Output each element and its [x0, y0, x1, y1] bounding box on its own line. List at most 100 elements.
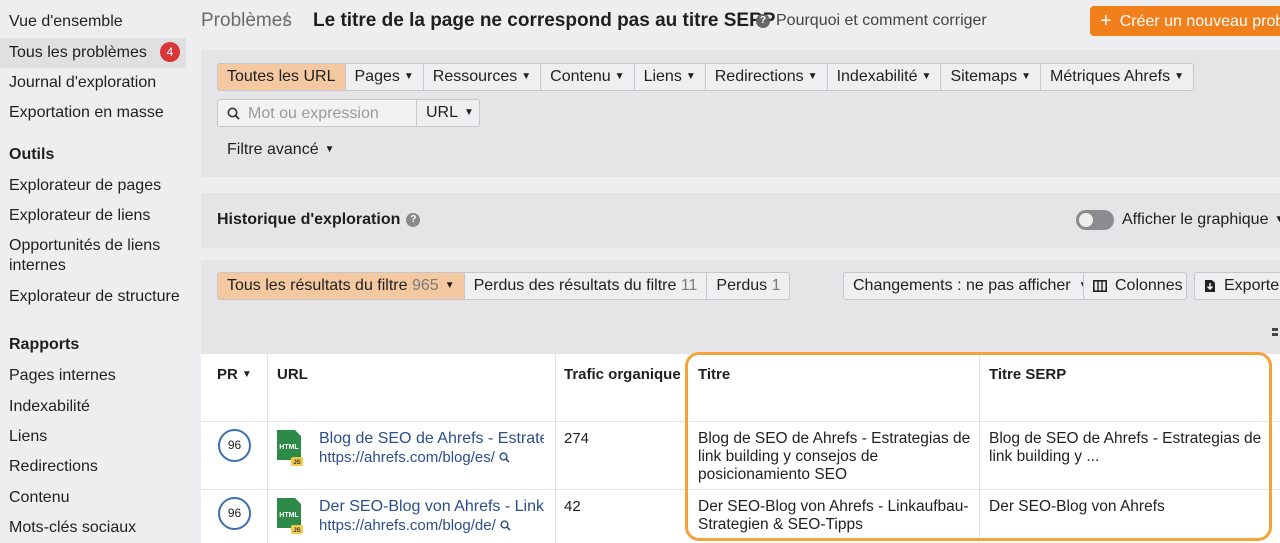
- search-input[interactable]: Mot ou expression: [217, 99, 417, 127]
- row-page-title-link[interactable]: Blog de SEO de Ahrefs - Estrate...: [319, 430, 544, 448]
- file-type-label: HTML: [279, 512, 299, 519]
- page-title: Le titre de la page ne correspond pas au…: [313, 10, 776, 31]
- search-icon[interactable]: [500, 520, 511, 531]
- column-header-pr[interactable]: PR ▼: [217, 366, 252, 383]
- caret-down-icon: ▼: [464, 107, 474, 118]
- col-divider: [555, 354, 556, 543]
- columns-button[interactable]: Colonnes: [1083, 272, 1187, 300]
- row-divider: [201, 421, 1280, 422]
- html-file-icon: HTML JS: [277, 498, 303, 534]
- filter-tab-redirects[interactable]: Redirections ▼: [705, 63, 828, 91]
- filter-tab-label: Métriques Ahrefs: [1050, 68, 1171, 85]
- caret-down-icon: ▼: [1021, 71, 1032, 82]
- sidebar-item-indexability[interactable]: Indexabilité: [9, 397, 90, 417]
- row-serp-title: Blog de SEO de Ahrefs - Estrategias de l…: [989, 430, 1262, 465]
- pr-score: 96: [218, 497, 251, 530]
- row-page-title-link[interactable]: Der SEO-Blog von Ahrefs - Linka...: [319, 498, 544, 516]
- filter-tab-links[interactable]: Liens ▼: [634, 63, 706, 91]
- history-title: Historique d'exploration ?: [217, 211, 421, 229]
- caret-down-icon: ▼: [444, 280, 455, 291]
- sidebar-item-internal-link-opps[interactable]: Opportunités de liens internes: [9, 236, 179, 276]
- sidebar-item-redirects[interactable]: Redirections: [9, 457, 98, 477]
- filter-tab-label: Liens: [643, 68, 682, 85]
- filter-tab-indexability[interactable]: Indexabilité ▼: [827, 63, 942, 91]
- column-header-url[interactable]: URL: [277, 366, 308, 383]
- help-icon: ?: [756, 14, 770, 28]
- filter-tab-pages[interactable]: Pages ▼: [345, 63, 424, 91]
- sidebar-heading-tools: Outils: [9, 146, 55, 163]
- row-url-link[interactable]: https://ahrefs.com/blog/de/: [319, 517, 511, 534]
- breadcrumb-separator: /: [283, 10, 289, 31]
- row-url-text: https://ahrefs.com/blog/es/: [319, 449, 495, 466]
- sidebar-item-bulk-export[interactable]: Exportation en masse: [9, 103, 164, 123]
- more-options-icon[interactable]: [1271, 327, 1280, 341]
- sidebar-item-content[interactable]: Contenu: [9, 488, 70, 508]
- caret-down-icon: ▼: [1274, 214, 1280, 225]
- filter-tab-sitemaps[interactable]: Sitemaps ▼: [941, 63, 1042, 91]
- columns-label: Colonnes: [1115, 277, 1183, 294]
- results-tab-count: 1: [771, 277, 781, 294]
- file-sub-label: JS: [293, 528, 300, 534]
- file-type-label: HTML: [279, 444, 299, 451]
- filter-tab-all-urls[interactable]: Toutes les URL: [217, 63, 346, 91]
- help-icon[interactable]: ?: [406, 213, 421, 227]
- sidebar-item-internal-pages[interactable]: Pages internes: [9, 366, 116, 386]
- sidebar-item-social-keywords[interactable]: Mots-clés sociaux: [9, 518, 136, 538]
- row-url-link[interactable]: https://ahrefs.com/blog/es/: [319, 449, 510, 466]
- advanced-filter-label: Filtre avancé: [227, 141, 319, 158]
- filter-tab-label: Indexabilité: [836, 68, 918, 85]
- row-traffic: 42: [564, 498, 581, 515]
- changes-label: Changements : ne pas afficher: [853, 277, 1071, 294]
- why-how-fix-label: Pourquoi et comment corriger: [776, 12, 987, 29]
- search-scope-select[interactable]: URL ▼: [416, 99, 480, 127]
- export-button[interactable]: Exporter: [1194, 272, 1280, 300]
- column-header-serp-title[interactable]: Titre SERP: [989, 366, 1066, 383]
- caret-down-icon: ▼: [807, 71, 818, 82]
- col-divider: [979, 354, 980, 543]
- show-graph-dropdown[interactable]: Afficher le graphique ▼: [1122, 211, 1280, 229]
- file-sub-label: JS: [293, 460, 300, 466]
- show-graph-label: Afficher le graphique: [1122, 211, 1269, 228]
- filter-tab-resources[interactable]: Ressources ▼: [423, 63, 542, 91]
- column-header-traffic[interactable]: Trafic organique: [564, 366, 681, 383]
- results-tab-lost-filter[interactable]: Perdus des résultats du filtre 11: [464, 272, 708, 300]
- changes-dropdown[interactable]: Changements : ne pas afficher▼: [843, 272, 1099, 300]
- sidebar-item-link-explorer[interactable]: Explorateur de liens: [9, 206, 150, 226]
- caret-down-icon: ▼: [1174, 71, 1185, 82]
- filter-tab-content[interactable]: Contenu ▼: [541, 63, 635, 91]
- sidebar-item-page-explorer[interactable]: Explorateur de pages: [9, 176, 161, 196]
- graph-toggle[interactable]: [1076, 210, 1114, 230]
- search-icon: [227, 107, 240, 120]
- sidebar-item-all-issues[interactable]: Tous les problèmes: [9, 43, 147, 63]
- filter-tab-label: Sitemaps: [950, 68, 1018, 85]
- results-tab-label: Tous les résultats du filtre: [227, 277, 408, 294]
- sidebar-item-overview[interactable]: Vue d'ensemble: [9, 12, 123, 32]
- why-how-fix-link[interactable]: ? Pourquoi et comment corriger: [756, 12, 987, 30]
- history-title-label: Historique d'exploration: [217, 211, 401, 228]
- row-serp-title: Der SEO-Blog von Ahrefs: [989, 498, 1165, 515]
- sort-desc-icon: ▼: [241, 369, 252, 380]
- caret-down-icon: ▼: [685, 71, 696, 82]
- column-header-title[interactable]: Titre: [698, 366, 730, 383]
- caret-down-icon: ▼: [614, 71, 625, 82]
- breadcrumb-issues[interactable]: Problèmes: [201, 10, 292, 32]
- filter-tab-label: Pages: [354, 68, 400, 85]
- row-title: Blog de SEO de Ahrefs - Estrategias de l…: [698, 430, 971, 483]
- sidebar-item-links[interactable]: Liens: [9, 427, 47, 447]
- results-tab-all[interactable]: Tous les résultats du filtre 965 ▼: [217, 272, 465, 300]
- caret-down-icon: ▼: [921, 71, 932, 82]
- filter-tab-ahrefs-metrics[interactable]: Métriques Ahrefs ▼: [1041, 63, 1195, 91]
- filter-tab-label: Toutes les URL: [227, 68, 336, 85]
- advanced-filter-toggle[interactable]: Filtre avancé ▼: [227, 141, 335, 159]
- sidebar-item-structure-explorer[interactable]: Explorateur de structure: [9, 287, 180, 307]
- results-tab-lost[interactable]: Perdus 1: [707, 272, 791, 300]
- sidebar-item-crawl-log[interactable]: Journal d'exploration: [9, 73, 156, 93]
- search-icon[interactable]: [499, 452, 510, 463]
- caret-down-icon: ▼: [403, 71, 414, 82]
- results-tabs: Tous les résultats du filtre 965 ▼ Perdus…: [217, 272, 791, 300]
- caret-down-icon: ▼: [324, 144, 335, 155]
- results-tab-label: Perdus des résultats du filtre: [473, 277, 677, 294]
- results-tab-count: 965: [411, 277, 439, 294]
- create-issue-button[interactable]: + Créer un nouveau prob.: [1090, 6, 1280, 36]
- pr-score: 96: [218, 429, 251, 462]
